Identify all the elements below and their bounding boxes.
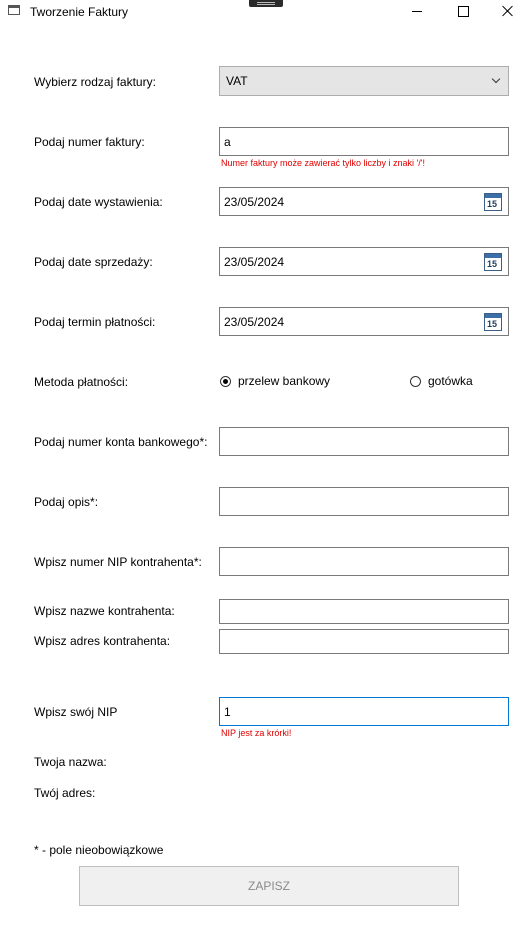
contractor-name-label: Wpisz nazwe kontrahenta: bbox=[34, 604, 175, 618]
calendar-icon[interactable]: 15 bbox=[484, 193, 502, 211]
sale-date-picker[interactable]: 23/05/2024 15 bbox=[219, 247, 509, 276]
title-bar: Tworzenie Faktury bbox=[0, 0, 531, 24]
close-icon bbox=[502, 5, 514, 17]
own-nip-label: Wpisz swój NIP bbox=[34, 705, 118, 719]
contractor-address-input[interactable] bbox=[219, 629, 509, 654]
minimize-icon bbox=[412, 10, 422, 12]
window-title: Tworzenie Faktury bbox=[30, 5, 129, 19]
drag-handle-icon[interactable] bbox=[249, 0, 283, 7]
description-input[interactable] bbox=[219, 487, 509, 516]
radio-cash[interactable]: gotówka bbox=[410, 374, 473, 388]
radio-cash-label: gotówka bbox=[428, 374, 473, 388]
sale-date-label: Podaj date sprzedaży: bbox=[34, 255, 153, 269]
calendar-icon[interactable]: 15 bbox=[484, 313, 502, 331]
description-label: Podaj opis*: bbox=[34, 495, 99, 509]
bank-account-input[interactable] bbox=[219, 427, 509, 456]
invoice-type-label: Wybierz rodzaj faktury: bbox=[34, 75, 156, 89]
maximize-button[interactable] bbox=[440, 0, 486, 22]
radio-checked-icon[interactable] bbox=[220, 375, 231, 387]
contractor-address-label: Wpisz adres kontrahenta: bbox=[34, 634, 171, 648]
bank-account-label: Podaj numer konta bankowego*: bbox=[34, 435, 208, 449]
issue-date-value: 23/05/2024 bbox=[224, 194, 285, 209]
close-button[interactable] bbox=[485, 0, 531, 22]
invoice-number-label: Podaj numer faktury: bbox=[34, 135, 145, 149]
invoice-type-value: VAT bbox=[226, 74, 248, 88]
invoice-number-input[interactable] bbox=[219, 127, 509, 156]
optional-fields-note: * - pole nieobowiązkowe bbox=[34, 843, 164, 857]
calendar-icon[interactable]: 15 bbox=[484, 253, 502, 271]
save-button[interactable]: ZAPISZ bbox=[79, 866, 459, 906]
own-address-label: Twój adres: bbox=[34, 786, 96, 800]
invoice-type-select[interactable]: VAT bbox=[219, 66, 509, 96]
radio-unchecked-icon[interactable] bbox=[410, 375, 421, 387]
chevron-down-icon bbox=[491, 74, 501, 84]
radio-bank-transfer[interactable]: przelew bankowy bbox=[220, 374, 330, 388]
maximize-icon bbox=[457, 5, 469, 17]
payment-due-value: 23/05/2024 bbox=[224, 314, 285, 329]
payment-method-label: Metoda płatności: bbox=[34, 375, 129, 389]
contractor-name-input[interactable] bbox=[219, 599, 509, 624]
issue-date-picker[interactable]: 23/05/2024 15 bbox=[219, 187, 509, 216]
own-nip-error: NIP jest za krórki! bbox=[221, 728, 292, 738]
invoice-number-error: Numer faktury może zawierać tylko liczby… bbox=[221, 158, 425, 168]
contractor-nip-input[interactable] bbox=[219, 547, 509, 576]
window-icon bbox=[8, 5, 20, 15]
radio-bank-transfer-label: przelew bankowy bbox=[238, 374, 331, 388]
minimize-button[interactable] bbox=[394, 0, 440, 22]
own-name-label: Twoja nazwa: bbox=[34, 755, 107, 769]
sale-date-value: 23/05/2024 bbox=[224, 254, 285, 269]
issue-date-label: Podaj date wystawienia: bbox=[34, 195, 163, 209]
own-nip-input[interactable] bbox=[219, 697, 509, 726]
contractor-nip-label: Wpisz numer NIP kontrahenta*: bbox=[34, 555, 202, 569]
payment-due-picker[interactable]: 23/05/2024 15 bbox=[219, 307, 509, 336]
payment-due-label: Podaj termin płatności: bbox=[34, 315, 156, 329]
